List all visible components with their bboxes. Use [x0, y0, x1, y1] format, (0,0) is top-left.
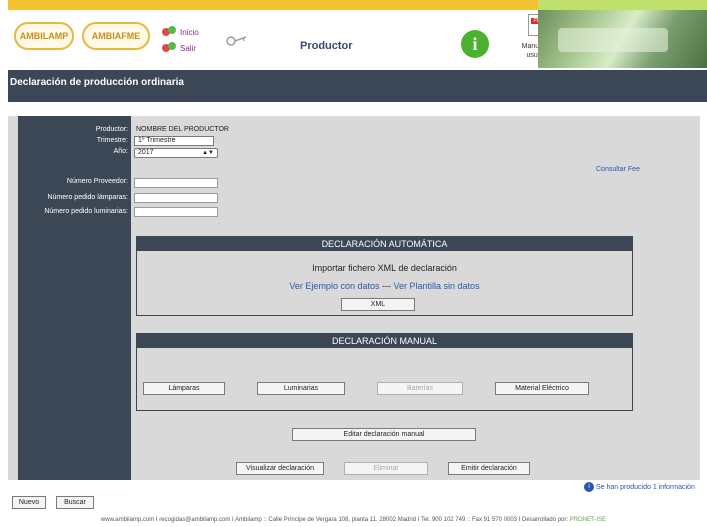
header-photo	[538, 10, 707, 68]
page-section-title: Productor	[300, 40, 353, 52]
key-icon	[226, 36, 247, 46]
lamparas-button[interactable]: Lámparas	[143, 382, 225, 395]
num-pedido-lamparas-label: Número pedido lámparas:	[47, 194, 128, 201]
nav-inicio[interactable]: Inicio	[162, 26, 199, 38]
ambilamp-logo[interactable]: AMBILAMP	[14, 22, 74, 50]
trimestre-field[interactable]: 1º Trimestre	[134, 136, 214, 146]
footer-contact-line: www.ambilamp.com I recogidas@ambilamp.co…	[0, 517, 707, 523]
num-proveedor-input[interactable]	[134, 178, 218, 188]
anio-selected: 2017	[138, 149, 154, 156]
exit-icon	[162, 42, 176, 54]
declaracion-manual-panel: DECLARACIÓN MANUAL Lámparas Luminarias B…	[136, 333, 633, 411]
material-electrico-button[interactable]: Material Eléctrico	[495, 382, 589, 395]
home-icon	[162, 26, 176, 38]
auto-links: Ver Ejemplo con datos --- Ver Plantilla …	[137, 281, 632, 291]
header: AMBILAMP AMBIAFME Inicio Salir Productor…	[8, 10, 707, 70]
ver-plantilla-link[interactable]: Ver Plantilla sin datos	[394, 281, 480, 291]
baterias-button[interactable]: Baterías	[377, 382, 463, 395]
import-xml-title: Importar fichero XML de declaración	[312, 263, 457, 273]
auto-panel-header: DECLARACIÓN AUTOMÁTICA	[137, 237, 632, 251]
inicio-link[interactable]: Inicio	[180, 28, 199, 37]
anio-select[interactable]: 2017 ▲▼	[134, 148, 218, 158]
info-notice-text[interactable]: Se han producido 1 información	[596, 484, 695, 491]
nav-salir[interactable]: Salir	[162, 42, 196, 54]
consultar-fee-link[interactable]: Consultar Fee	[596, 166, 640, 173]
num-pedido-luminarias-label: Número pedido luminarias:	[44, 208, 128, 215]
productor-label: Productor:	[95, 126, 128, 133]
eliminar-button[interactable]: Eliminar	[344, 462, 428, 475]
num-proveedor-label: Número Proveedor:	[66, 178, 128, 185]
title-bar: Declaración de producción ordinaria	[8, 70, 707, 102]
photo-highlight	[558, 28, 668, 52]
xml-button[interactable]: XML	[341, 298, 415, 311]
num-pedido-lamparas-input[interactable]	[134, 193, 218, 203]
page-title: Declaración de producción ordinaria	[10, 77, 184, 88]
info-small-icon: i	[584, 482, 594, 492]
trimestre-label: Trimestre:	[96, 137, 128, 144]
declaracion-automatica-panel: DECLARACIÓN AUTOMÁTICA Importar fichero …	[136, 236, 633, 316]
manual-panel-header: DECLARACIÓN MANUAL	[137, 334, 632, 348]
visualizar-declaracion-button[interactable]: Visualizar declaración	[236, 462, 324, 475]
main-content: Productor: Trimestre: Año: Número Provee…	[8, 116, 700, 480]
nuevo-button[interactable]: Nuevo	[12, 496, 46, 509]
top-accent-bar	[0, 0, 707, 10]
luminarias-button[interactable]: Luminarias	[257, 382, 345, 395]
anio-label: Año:	[113, 148, 128, 155]
top-yellow-strip	[8, 0, 538, 10]
emitir-declaracion-button[interactable]: Emitir declaración	[448, 462, 530, 475]
info-icon[interactable]: i	[461, 30, 489, 58]
top-green-strip	[538, 0, 707, 10]
footer-brand-link[interactable]: PRONET-ISE	[570, 517, 606, 523]
select-arrow-icon: ▲▼	[202, 150, 214, 156]
salir-link[interactable]: Salir	[180, 44, 196, 53]
info-notice[interactable]: i Se han producido 1 información	[584, 482, 695, 492]
buscar-button[interactable]: Buscar	[56, 496, 94, 509]
ambiafme-logo[interactable]: AMBIAFME	[82, 22, 150, 50]
labels-sidebar: Productor: Trimestre: Año: Número Provee…	[18, 116, 131, 480]
footer-contact-text: www.ambilamp.com I recogidas@ambilamp.co…	[100, 517, 569, 523]
num-pedido-luminarias-input[interactable]	[134, 207, 218, 217]
editar-declaracion-button[interactable]: Editar declaración manual	[292, 428, 476, 441]
productor-value: NOMBRE DEL PRODUCTOR	[136, 126, 229, 133]
links-separator: ---	[382, 281, 391, 291]
ver-ejemplo-link[interactable]: Ver Ejemplo con datos	[289, 281, 379, 291]
